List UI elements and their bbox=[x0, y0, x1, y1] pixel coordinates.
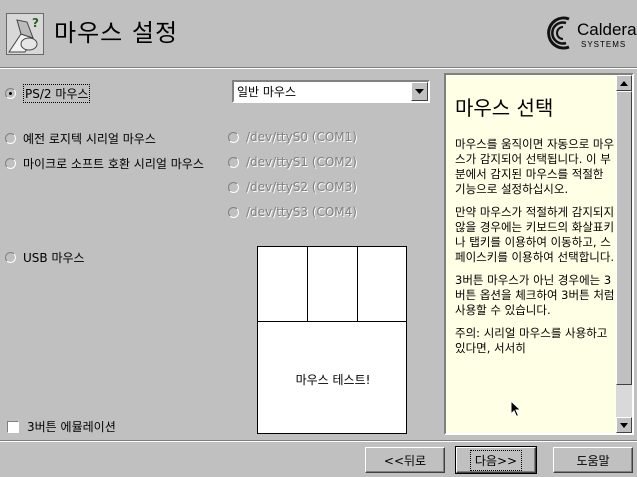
page-title: 마우스 설정 bbox=[54, 19, 179, 47]
checkbox-label: 3버튼 에뮬레이션 bbox=[27, 420, 116, 434]
chevron-down-icon bbox=[415, 88, 424, 94]
help-button[interactable]: 도움말 bbox=[553, 447, 633, 473]
radio-port-com2[interactable]: /dev/ttyS1 (COM2) bbox=[228, 155, 357, 169]
caldera-logo: Caldera SYSTEMS bbox=[543, 11, 637, 55]
radio-label: PS/2 마우스 bbox=[23, 84, 91, 103]
radio-indicator bbox=[228, 156, 239, 168]
help-paragraph: 마우스를 움직이면 자동으로 마우스가 감지되어 선택됩니다. 이 부분에서 감… bbox=[455, 137, 615, 196]
radio-ms-serial-mouse[interactable]: 마이크로 소프트 호환 시리얼 마우스 bbox=[5, 155, 204, 172]
header: ? 마우스 설정 Caldera SYSTEMS bbox=[0, 0, 637, 66]
scroll-up-button[interactable] bbox=[616, 75, 632, 91]
help-title: 마우스 선택 bbox=[455, 96, 554, 120]
radio-port-com3[interactable]: /dev/ttyS2 (COM3) bbox=[228, 180, 357, 194]
checkbox-box bbox=[7, 420, 19, 433]
mouse-config-icon: ? bbox=[6, 13, 44, 55]
radio-label: /dev/ttyS0 (COM1) bbox=[246, 130, 357, 144]
radio-label: 예전 로지텍 시리얼 마우스 bbox=[23, 132, 156, 146]
mouse-model-select[interactable]: 일반 마우스 bbox=[232, 80, 430, 103]
help-button-label: 도움말 bbox=[576, 453, 610, 468]
dropdown-button[interactable] bbox=[411, 82, 428, 101]
help-scrollbar[interactable] bbox=[616, 75, 632, 433]
header-divider bbox=[0, 67, 637, 69]
logo-subtitle: SYSTEMS bbox=[581, 40, 627, 49]
radio-label: /dev/ttyS1 (COM2) bbox=[246, 155, 357, 169]
scroll-thumb[interactable] bbox=[616, 91, 632, 385]
help-paragraph: 주의: 시리얼 마우스를 사용하고 있다면, 서서히 bbox=[455, 326, 608, 355]
radio-indicator bbox=[5, 88, 16, 99]
scroll-down-button[interactable] bbox=[616, 417, 632, 433]
three-button-emulation-checkbox[interactable]: 3버튼 에뮬레이션 bbox=[7, 418, 116, 435]
radio-indicator bbox=[5, 252, 16, 263]
help-panel: 마우스 선택 마우스를 움직이면 자동으로 마우스가 감지되어 선택됩니다. 이… bbox=[444, 73, 634, 435]
mouse-right-button-area bbox=[358, 247, 407, 322]
mouse-test-label: 마우스 테스트! bbox=[295, 373, 371, 387]
radio-label: 마이크로 소프트 호환 시리얼 마우스 bbox=[23, 157, 204, 171]
next-button-label: 다음>> bbox=[469, 449, 523, 471]
help-paragraph: 3버튼 마우스가 아닌 경우에는 3버튼 옵션을 체크하여 3버튼 처럼 사용할… bbox=[455, 273, 615, 317]
radio-port-com4[interactable]: /dev/ttyS3 (COM4) bbox=[228, 205, 357, 219]
help-paragraph: 만약 마우스가 적절하게 감지되지 않을 경우에는 키보드의 화살표키나 탭키를… bbox=[455, 205, 615, 264]
radio-label: /dev/ttyS2 (COM3) bbox=[246, 180, 357, 194]
radio-port-com1[interactable]: /dev/ttyS0 (COM1) bbox=[228, 130, 357, 144]
back-button-label: <<뒤로 bbox=[383, 453, 427, 468]
arrow-down-icon bbox=[620, 422, 628, 428]
mouse-test-area[interactable]: 마우스 테스트! bbox=[257, 246, 407, 434]
radio-indicator bbox=[5, 158, 16, 169]
footer-divider bbox=[0, 440, 637, 442]
radio-indicator bbox=[228, 206, 239, 218]
mouse-left-button-area bbox=[258, 247, 308, 322]
radio-ps2-mouse[interactable]: PS/2 마우스 bbox=[5, 84, 91, 103]
radio-indicator bbox=[228, 131, 239, 143]
select-value: 일반 마우스 bbox=[237, 85, 297, 99]
mouse-cursor-icon bbox=[510, 400, 522, 418]
radio-indicator bbox=[5, 133, 16, 144]
radio-label: USB 마우스 bbox=[23, 251, 85, 265]
logo-wordmark: Caldera bbox=[577, 20, 637, 39]
radio-logitech-serial-mouse[interactable]: 예전 로지텍 시리얼 마우스 bbox=[5, 130, 156, 147]
svg-text:?: ? bbox=[32, 16, 39, 30]
caldera-ring-icon bbox=[547, 16, 570, 50]
radio-indicator bbox=[228, 181, 239, 193]
help-text: 마우스 선택 마우스를 움직이면 자동으로 마우스가 감지되어 선택됩니다. 이… bbox=[455, 75, 615, 433]
arrow-up-icon bbox=[620, 80, 628, 86]
mouse-middle-button-area bbox=[308, 247, 358, 322]
radio-label: /dev/ttyS3 (COM4) bbox=[246, 205, 357, 219]
next-button[interactable]: 다음>> bbox=[455, 446, 537, 474]
back-button[interactable]: <<뒤로 bbox=[365, 447, 445, 473]
radio-usb-mouse[interactable]: USB 마우스 bbox=[5, 249, 85, 266]
